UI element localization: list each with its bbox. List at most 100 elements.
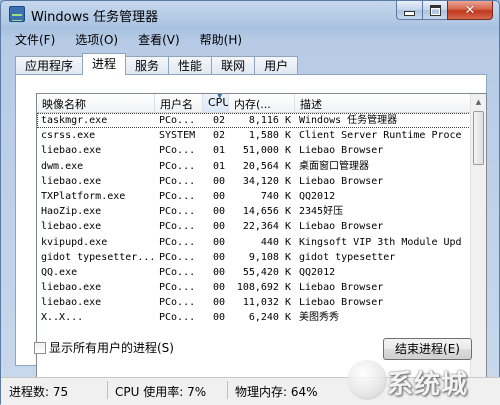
menu-bar: 文件(F) 选项(O) 查看(V) 帮助(H) [5, 29, 252, 49]
tab-networking[interactable]: 联网 [211, 56, 256, 75]
process-row[interactable]: QQ.exe PCo... 00 55,420 K QQ2012 [37, 265, 471, 280]
scrollbar-thumb[interactable] [473, 111, 484, 165]
process-memory: 9,108 K [248, 251, 291, 263]
status-separator [227, 381, 228, 399]
sort-descending-icon: ▼ [217, 94, 223, 100]
show-all-users-checkbox[interactable] [34, 341, 46, 354]
process-cpu: 01 [212, 160, 225, 172]
close-button[interactable]: ✕ [447, 1, 493, 20]
process-cpu: 00 [212, 282, 225, 294]
process-user-name: PCo... [159, 266, 196, 278]
process-row[interactable]: liebao.exe PCo... 00 22,364 K Liebao Browser [37, 219, 471, 234]
process-memory: 1,580 K [248, 130, 291, 142]
process-cpu: 00 [212, 221, 225, 233]
physical-memory: 物理内存: 64% [235, 385, 318, 399]
menu-file[interactable]: 文件(F) [5, 29, 65, 49]
process-memory: 51,000 K [242, 145, 291, 157]
tab-performance[interactable]: 性能 [168, 56, 213, 75]
process-user-name: PCo... [159, 190, 196, 202]
process-cpu: 00 [212, 236, 225, 248]
end-process-button[interactable]: 结束进程(E) [383, 338, 472, 360]
show-all-users-option[interactable]: 显示所有用户的进程(S) [34, 339, 174, 356]
process-rows: taskmgr.exe PCo... 02 8,116 K Windows 任务管理器 c… [37, 113, 471, 326]
tab-processes[interactable]: 进程 [82, 53, 127, 75]
tab-users[interactable]: 用户 [254, 56, 299, 75]
process-memory: 22,364 K [242, 221, 291, 233]
process-image-name: liebao.exe [41, 282, 102, 294]
process-row[interactable]: TXPlatform.exe PCo... 00 740 K QQ2012 [37, 189, 471, 204]
process-description: QQ2012 [299, 266, 336, 278]
column-header-user-name[interactable]: 用户名 [155, 94, 203, 112]
processes-panel: 映像名称 用户名 ▼ CPU 内存(... 描述 taskmgr.exe PCo.… [15, 74, 487, 398]
process-row[interactable]: kvipupd.exe PCo... 00 440 K Kingsoft VIP 3th… [37, 235, 471, 250]
process-image-name: kvipupd.exe [41, 236, 108, 248]
process-image-name: liebao.exe [41, 221, 102, 233]
process-description: Liebao Browser [299, 145, 384, 157]
process-image-name: dwm.exe [41, 160, 84, 172]
title-bar[interactable]: Windows 任务管理器 ✕ [1, 1, 500, 27]
process-row[interactable]: X..X... PCo... 00 6,240 K 美图秀秀 [37, 310, 471, 325]
process-description: Client Server Runtime Proce [299, 130, 462, 142]
tab-applications[interactable]: 应用程序 [15, 56, 84, 75]
process-count: 进程数: 75 [9, 385, 69, 399]
process-cpu: 00 [212, 251, 225, 263]
process-image-name: liebao.exe [41, 145, 102, 157]
process-cpu: 01 [212, 145, 225, 157]
process-description: 桌面窗口管理器 [299, 160, 369, 172]
watermark-text: 系统城 [387, 370, 469, 400]
process-description: 2345好压 [299, 206, 344, 218]
process-image-name: liebao.exe [41, 297, 102, 309]
process-row[interactable]: liebao.exe PCo... 00 11,032 K Liebao Browser [37, 295, 471, 310]
process-user-name: PCo... [159, 251, 196, 263]
process-user-name: PCo... [159, 236, 196, 248]
process-cpu: 00 [212, 266, 225, 278]
menu-help[interactable]: 帮助(H) [190, 29, 252, 49]
task-manager-app-icon [9, 6, 25, 22]
process-description: Liebao Browser [299, 297, 384, 309]
process-memory: 740 K [260, 190, 291, 202]
process-row[interactable]: liebao.exe PCo... 01 51,000 K Liebao Browser [37, 143, 471, 158]
window-title: Windows 任务管理器 [31, 10, 159, 25]
process-description: gidot typesetter [299, 251, 396, 263]
maximize-icon [429, 4, 441, 16]
process-row[interactable]: gidot typesetter... PCo... 00 9,108 K gidot … [37, 250, 471, 265]
column-header-cpu[interactable]: ▼ CPU [203, 94, 229, 112]
process-row[interactable]: csrss.exe SYSTEM 02 1,580 K Client Server Ru… [37, 128, 471, 143]
minimize-button[interactable] [396, 1, 423, 20]
process-memory: 8,116 K [229, 113, 295, 129]
process-row[interactable]: liebao.exe PCo... 00 34,120 K Liebao Browser [37, 174, 471, 189]
process-image-name: csrss.exe [41, 130, 96, 142]
process-row[interactable]: HaoZip.exe PCo... 00 14,656 K 2345好压 [37, 204, 471, 219]
process-row[interactable]: dwm.exe PCo... 01 20,564 K 桌面窗口管理器 [37, 159, 471, 174]
menu-options[interactable]: 选项(O) [65, 29, 128, 49]
process-user-name: PCo... [159, 175, 196, 187]
process-description: Liebao Browser [299, 282, 384, 294]
process-description: QQ2012 [299, 190, 336, 202]
scroll-up-arrow-icon[interactable]: ▲ [471, 94, 486, 110]
process-user-name: PCo... [159, 160, 196, 172]
process-description: Windows 任务管理器 [295, 113, 471, 129]
process-row[interactable]: liebao.exe PCo... 00 108,692 K Liebao Browse… [37, 280, 471, 295]
column-header-description[interactable]: 描述 [295, 94, 471, 112]
process-image-name: taskmgr.exe [37, 113, 155, 129]
process-memory: 440 K [260, 236, 291, 248]
process-row[interactable]: taskmgr.exe PCo... 02 8,116 K Windows 任务管理器 [37, 113, 471, 129]
menu-view[interactable]: 查看(V) [128, 29, 190, 49]
site-watermark: 系统城 [347, 358, 497, 404]
column-header-memory[interactable]: 内存(... [229, 94, 295, 112]
process-user-name: SYSTEM [159, 130, 196, 142]
tab-services[interactable]: 服务 [125, 56, 170, 75]
process-memory: 14,656 K [242, 206, 291, 218]
process-user-name: PCo... [159, 282, 196, 294]
process-memory: 6,240 K [248, 312, 291, 324]
show-all-users-label: 显示所有用户的进程(S) [49, 341, 174, 355]
maximize-button[interactable] [422, 1, 448, 20]
process-cpu: 00 [212, 297, 225, 309]
close-icon: ✕ [464, 2, 476, 18]
process-image-name: X..X... [41, 312, 84, 324]
column-header-image-name[interactable]: 映像名称 [37, 94, 155, 112]
vertical-scrollbar[interactable]: ▲ ▼ [470, 94, 486, 397]
process-user-name: PCo... [159, 297, 196, 309]
process-cpu: 02 [212, 130, 225, 142]
process-description: Kingsoft VIP 3th Module Upd [299, 236, 462, 248]
